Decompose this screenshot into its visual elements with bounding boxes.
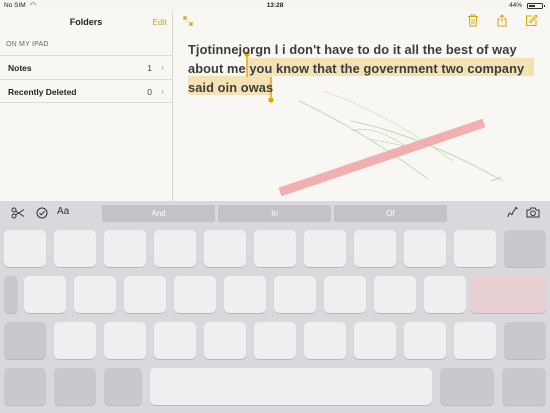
keyboard-key[interactable]: [254, 322, 296, 359]
section-header: ON MY IPAD: [6, 41, 49, 48]
keyboard-key[interactable]: [174, 276, 216, 313]
folder-label: Notes: [8, 63, 32, 73]
format-button[interactable]: Aa: [57, 206, 69, 217]
keyboard-key[interactable]: [104, 368, 142, 405]
delete-key[interactable]: [504, 230, 546, 267]
shift-key[interactable]: [504, 322, 546, 359]
keyboard-key[interactable]: [324, 276, 366, 313]
return-key[interactable]: [470, 276, 546, 313]
status-bar: No SIM ◠ 13:28 44%: [0, 0, 550, 11]
chevron-right-icon: ›: [161, 62, 164, 72]
keyboard-key[interactable]: [354, 230, 396, 267]
checklist-icon[interactable]: [36, 207, 48, 219]
keyboard-key[interactable]: [304, 322, 346, 359]
folder-count: 1: [147, 63, 152, 73]
keyboard-key[interactable]: [4, 230, 46, 267]
keyboard-key[interactable]: [154, 322, 196, 359]
folder-label: Recently Deleted: [8, 87, 77, 97]
keyboard-key[interactable]: [440, 368, 494, 405]
folder-row-notes[interactable]: Notes 1 ›: [0, 55, 172, 79]
keyboard-dismiss-key[interactable]: [502, 368, 546, 405]
camera-icon[interactable]: [526, 207, 540, 218]
keyboard-key[interactable]: [154, 230, 196, 267]
keyboard-key[interactable]: [224, 276, 266, 313]
keyboard-key[interactable]: [54, 368, 96, 405]
space-key[interactable]: [150, 368, 432, 405]
note-body[interactable]: Tjotinnejorgn l i don't have to do it al…: [188, 40, 538, 97]
note-editor[interactable]: Tjotinnejorgn l i don't have to do it al…: [173, 11, 550, 201]
keyboard-key[interactable]: [204, 322, 246, 359]
keyboard-key[interactable]: [54, 322, 96, 359]
keyboard-key[interactable]: [404, 230, 446, 267]
sidebar-title: Folders: [69, 17, 103, 27]
suggestion-3[interactable]: Of: [334, 205, 447, 222]
keyboard-key[interactable]: [454, 230, 496, 267]
folders-sidebar: Folders Edit ON MY IPAD Notes 1 › Recent…: [0, 11, 173, 201]
scissors-icon[interactable]: [11, 207, 25, 219]
folder-count: 0: [147, 87, 152, 97]
keyboard-key[interactable]: [354, 322, 396, 359]
keyboard-key[interactable]: [374, 276, 416, 313]
keyboard-key[interactable]: [104, 322, 146, 359]
folder-row-recently-deleted[interactable]: Recently Deleted 0 ›: [0, 79, 172, 103]
edit-button[interactable]: Edit: [152, 17, 167, 27]
shift-key[interactable]: [4, 322, 46, 359]
suggestion-1[interactable]: And: [102, 205, 215, 222]
keyboard-key[interactable]: [4, 368, 46, 405]
suggestion-2[interactable]: In: [218, 205, 331, 222]
chevron-right-icon: ›: [161, 86, 164, 96]
keyboard-key[interactable]: [54, 230, 96, 267]
keyboard-key[interactable]: [74, 276, 116, 313]
keyboard-key[interactable]: [404, 322, 446, 359]
keyboard-key[interactable]: [254, 230, 296, 267]
keyboard-key[interactable]: [24, 276, 66, 313]
on-screen-keyboard: Aa And In Of: [0, 201, 550, 413]
keyboard-key[interactable]: [124, 276, 166, 313]
keyboard-key[interactable]: [104, 230, 146, 267]
battery-icon: [527, 3, 545, 9]
handwriting-icon[interactable]: [506, 206, 518, 219]
keyboard-key[interactable]: [304, 230, 346, 267]
keyboard-key[interactable]: [424, 276, 466, 313]
keyboard-key[interactable]: [204, 230, 246, 267]
keyboard-key[interactable]: [4, 276, 18, 313]
keyboard-key[interactable]: [274, 276, 316, 313]
clock: 13:28: [266, 2, 284, 9]
keyboard-key[interactable]: [454, 322, 496, 359]
battery-percentage: 44%: [508, 2, 522, 9]
keyboard-shortcut-bar: Aa And In Of: [0, 201, 550, 225]
